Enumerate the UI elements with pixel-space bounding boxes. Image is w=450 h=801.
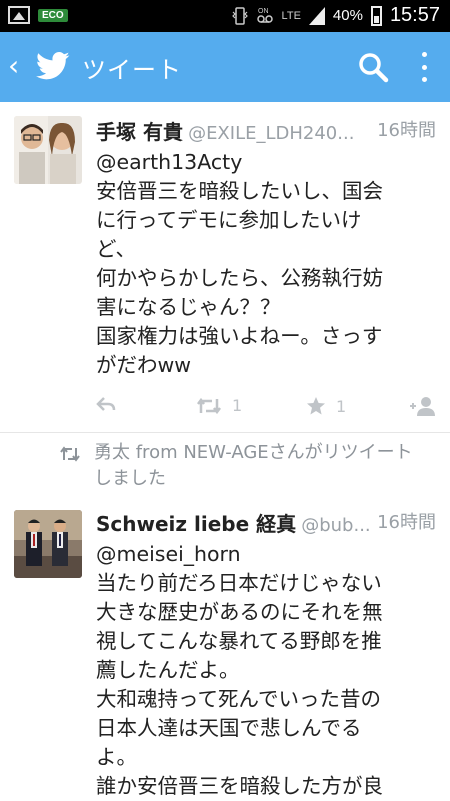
battery-icon	[370, 5, 382, 26]
tweet-actions: 1 1	[96, 396, 436, 422]
signal-icon	[308, 6, 325, 25]
battery-percent: 40%	[332, 7, 363, 24]
tweet-card[interactable]: 手塚 有貴 @EXILE_LDH240... 16時間 @earth13Acty…	[0, 116, 450, 426]
avatar[interactable]	[14, 116, 82, 184]
eco-mode-icon: ECO	[38, 8, 68, 22]
retweet-count: 1	[232, 396, 243, 415]
tweet-line: 日本人達は天国で悲しんでる	[96, 716, 362, 740]
display-name[interactable]: 手塚 有貴	[96, 120, 183, 144]
retweet-icon	[197, 397, 221, 414]
tweet-text: @meisei_horn 当たり前だろ日本だけじゃない 大きな歴史があるのにそれ…	[96, 540, 426, 801]
network-type-label: LTE	[281, 9, 301, 22]
tweet-line: 害になるじゃん？？	[96, 295, 281, 319]
user-handle[interactable]: @bub...	[301, 515, 370, 536]
reply-icon	[96, 397, 116, 411]
svg-text:ON: ON	[258, 8, 269, 15]
avatar[interactable]	[14, 510, 82, 578]
mention-link[interactable]: @meisei_horn	[96, 540, 426, 569]
retweet-icon	[60, 446, 80, 462]
tweet-line: 薦したんだよ。	[96, 658, 240, 682]
tweet-header: Schweiz liebe 経真 @bub... 16時間	[96, 508, 436, 538]
add-user-icon	[410, 397, 435, 416]
favorite-count: 1	[336, 396, 347, 416]
reply-button[interactable]	[96, 396, 116, 412]
voicemail-icon: ON	[256, 8, 273, 23]
tweet-line: 大和魂持って死んでいった昔の	[96, 687, 381, 711]
display-name[interactable]: Schweiz liebe 経真	[96, 512, 296, 536]
tweet-line: 視してこんな暴れてる野郎を推	[96, 629, 382, 653]
favorite-button[interactable]: 1	[306, 396, 346, 416]
back-chevron-icon[interactable]: ‹	[8, 52, 19, 80]
search-icon[interactable]	[356, 50, 390, 84]
vibrate-icon	[231, 6, 248, 25]
status-bar: ECO ON LTE 40% 15:57	[0, 0, 450, 32]
retweet-notice-line: しました	[94, 468, 166, 489]
star-icon	[307, 397, 325, 415]
retweet-button[interactable]: 1	[196, 396, 242, 415]
mention-link[interactable]: @earth13Acty	[96, 148, 426, 177]
tweet-line: がだわww	[96, 353, 192, 377]
tweet-line: に行ってデモに参加したいけ	[96, 208, 362, 232]
clock: 15:57	[389, 4, 440, 26]
tweet-line: 誰か安倍晋三を暗殺した方が良	[96, 774, 383, 798]
overflow-menu-icon[interactable]	[420, 52, 428, 82]
tweet-card[interactable]: Schweiz liebe 経真 @bub... 16時間 @meisei_ho…	[0, 508, 450, 800]
divider	[0, 432, 450, 433]
user-handle[interactable]: @EXILE_LDH240...	[188, 123, 354, 144]
tweet-line: よ。	[96, 745, 137, 769]
tweet-header: 手塚 有貴 @EXILE_LDH240... 16時間	[96, 116, 436, 146]
tweet-time: 16時間	[371, 116, 436, 142]
tweet-line: 大きな歴史があるのにそれを無	[96, 600, 383, 624]
app-bar: ‹ ツイート	[0, 32, 450, 102]
tweet-line: 安倍晋三を暗殺したいし、国会	[96, 179, 383, 203]
tweet-line: 国家権力は強いよねー。さっす	[96, 324, 383, 348]
tweet-line: ど、	[96, 237, 136, 261]
tweet-text: @earth13Acty 安倍晋三を暗殺したいし、国会 に行ってデモに参加したい…	[96, 148, 426, 380]
twitter-bird-icon[interactable]	[36, 51, 70, 81]
retweet-notice-line[interactable]: 勇太 from NEW-AGEさんがリツイート	[94, 440, 439, 466]
follow-button[interactable]	[408, 396, 436, 416]
tweet-time: 16時間	[371, 508, 436, 534]
gallery-notification-icon	[8, 6, 30, 24]
page-title: ツイート	[82, 56, 182, 84]
tweet-line: 何かやらかしたら、公務執行妨	[96, 266, 383, 290]
tweet-line: 当たり前だろ日本だけじゃない	[96, 571, 382, 595]
